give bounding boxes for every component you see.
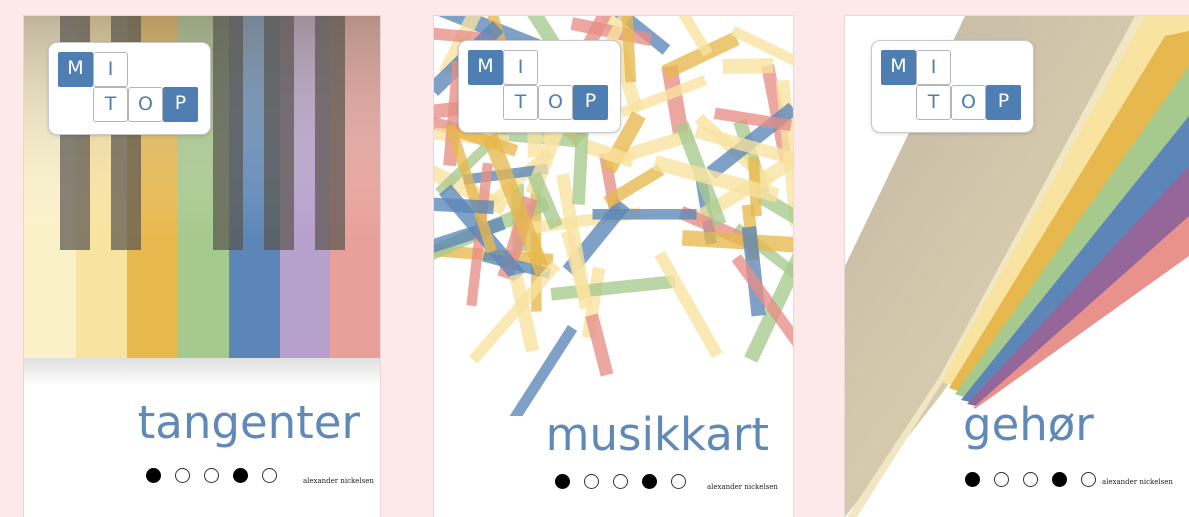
level-dot-1 xyxy=(965,472,980,487)
level-dot-3 xyxy=(613,474,628,489)
level-dots xyxy=(555,474,686,489)
level-dot-2 xyxy=(175,468,190,483)
level-dot-5 xyxy=(671,474,686,489)
black-key-5 xyxy=(315,16,345,250)
level-dot-5 xyxy=(1081,472,1096,487)
level-dot-1 xyxy=(555,474,570,489)
stick xyxy=(722,58,774,74)
level-dot-5 xyxy=(262,468,277,483)
author-name: alexander nickelsen xyxy=(707,483,778,491)
level-dots xyxy=(146,468,277,483)
logo-letter-t: T xyxy=(93,87,128,122)
author-name: alexander nickelsen xyxy=(303,477,374,485)
logo-letter-t: T xyxy=(503,85,538,120)
black-key-3 xyxy=(213,16,243,250)
book-title: musikkart xyxy=(545,408,769,461)
stick xyxy=(654,250,723,359)
logo-letter-p: P xyxy=(986,85,1021,120)
level-dot-3 xyxy=(1023,472,1038,487)
logo-letter-o: O xyxy=(128,87,163,122)
level-dot-4 xyxy=(233,468,248,483)
logo-letter-i: I xyxy=(503,50,538,85)
logo-letter-m: M xyxy=(468,50,503,85)
logo-letter-o: O xyxy=(538,85,573,120)
logo-letter-t: T xyxy=(916,85,951,120)
logo-letter-p: P xyxy=(163,87,198,122)
logo-letter-i: I xyxy=(916,50,951,85)
stick xyxy=(585,313,614,377)
level-dot-3 xyxy=(204,468,219,483)
stick xyxy=(681,230,793,253)
level-dot-2 xyxy=(584,474,599,489)
stick xyxy=(550,275,676,301)
book-cover-musikkart[interactable]: M I T O P musikkart alexander nickelsen xyxy=(434,16,793,517)
black-key-4 xyxy=(264,16,294,250)
mitop-logo: M I T O P xyxy=(871,40,1034,133)
key-shadow xyxy=(24,358,380,386)
logo-letter-o: O xyxy=(951,85,986,120)
author-name: alexander nickelsen xyxy=(1102,478,1173,486)
logo-letter-p: P xyxy=(573,85,608,120)
level-dot-4 xyxy=(642,474,657,489)
stick xyxy=(505,325,578,416)
level-dot-4 xyxy=(1052,472,1067,487)
logo-letter-i: I xyxy=(93,52,128,87)
stick xyxy=(663,16,713,57)
logo-letter-m: M xyxy=(881,50,916,85)
level-dot-1 xyxy=(146,468,161,483)
mitop-logo: M I T O P xyxy=(458,40,621,133)
book-title: tangenter xyxy=(137,396,360,449)
stick xyxy=(592,208,697,220)
logo-letter-m: M xyxy=(58,52,93,87)
level-dots xyxy=(965,472,1096,487)
mitop-logo: M I T O P xyxy=(48,42,211,135)
book-title: gehør xyxy=(963,398,1094,451)
book-cover-gehor[interactable]: M I T O P gehør alexander nickelsen xyxy=(845,16,1189,517)
level-dot-2 xyxy=(994,472,1009,487)
book-cover-tangenter[interactable]: M I T O P tangenter alexander nickelsen xyxy=(24,16,380,517)
